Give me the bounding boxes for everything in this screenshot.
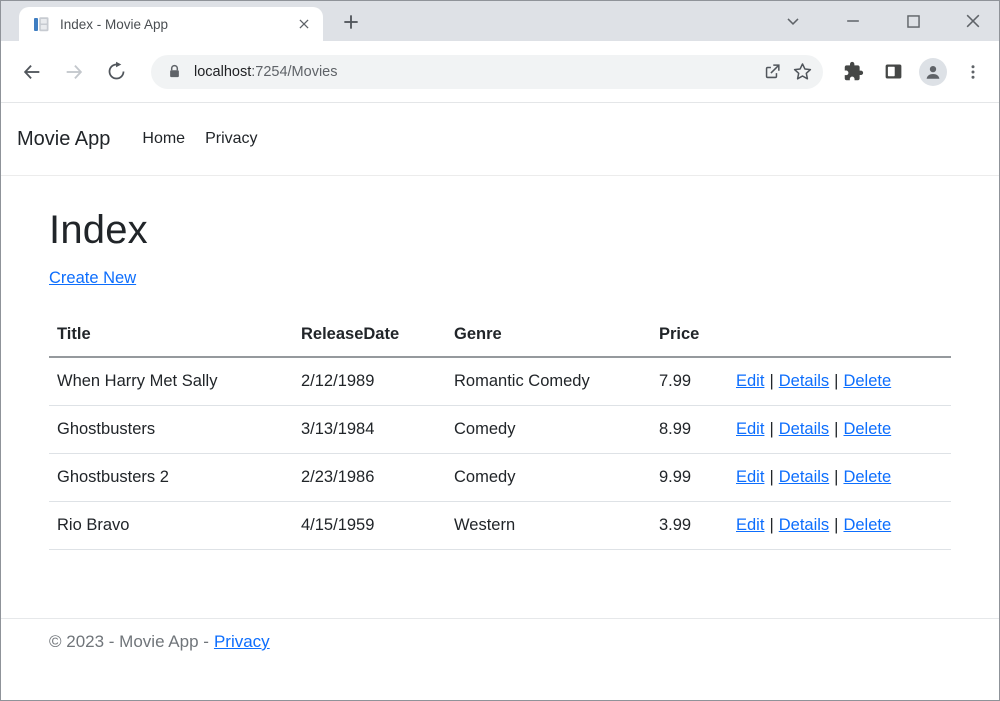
extensions-puzzle-icon[interactable] [837, 56, 869, 88]
back-icon[interactable] [15, 55, 49, 89]
create-new-link[interactable]: Create New [49, 269, 136, 287]
details-link[interactable]: Details [779, 468, 829, 486]
header-release-date: ReleaseDate [293, 313, 446, 357]
new-tab-icon[interactable] [337, 8, 365, 36]
tab-bar: Index - Movie App [1, 1, 999, 41]
browser-window: Index - Movie App [0, 0, 1000, 701]
link-separator: | [769, 468, 773, 486]
cell-genre: Comedy [446, 454, 651, 502]
cell-actions: Edit | Details | Delete [728, 406, 951, 454]
header-genre: Genre [446, 313, 651, 357]
cell-price: 9.99 [651, 454, 728, 502]
details-link[interactable]: Details [779, 516, 829, 534]
cell-title: Ghostbusters 2 [49, 454, 293, 502]
header-title: Title [49, 313, 293, 357]
side-panel-icon[interactable] [877, 56, 909, 88]
share-icon[interactable] [757, 57, 787, 87]
cell-title: When Harry Met Sally [49, 357, 293, 406]
main-content: Index Create New Title ReleaseDate Genre… [1, 176, 999, 618]
browser-toolbar: localhost:7254/Movies [1, 41, 999, 103]
cell-release-date: 2/23/1986 [293, 454, 446, 502]
copyright-text: © 2023 - Movie App - [49, 632, 209, 651]
cell-genre: Comedy [446, 406, 651, 454]
link-separator: | [769, 516, 773, 534]
header-actions [728, 313, 951, 357]
cell-genre: Western [446, 502, 651, 550]
cell-price: 3.99 [651, 502, 728, 550]
maximize-icon[interactable] [901, 7, 925, 35]
cell-release-date: 4/15/1959 [293, 502, 446, 550]
window-close-icon[interactable] [961, 7, 985, 35]
lock-icon [167, 64, 182, 79]
cell-actions: Edit | Details | Delete [728, 454, 951, 502]
cell-title: Ghostbusters [49, 406, 293, 454]
delete-link[interactable]: Delete [843, 468, 891, 486]
link-separator: | [769, 372, 773, 390]
profile-avatar-icon[interactable] [917, 56, 949, 88]
forward-icon[interactable] [57, 55, 91, 89]
cell-price: 8.99 [651, 406, 728, 454]
cell-release-date: 2/12/1989 [293, 357, 446, 406]
cell-genre: Romantic Comedy [446, 357, 651, 406]
details-link[interactable]: Details [779, 372, 829, 390]
chevron-down-icon[interactable] [781, 7, 805, 35]
table-header-row: Title ReleaseDate Genre Price [49, 313, 951, 357]
minimize-icon[interactable] [841, 7, 865, 35]
page-title: Index [49, 206, 951, 254]
favicon [33, 16, 50, 33]
url-text: localhost:7254/Movies [194, 64, 757, 80]
header-price: Price [651, 313, 728, 357]
link-separator: | [834, 420, 838, 438]
footer-privacy-link[interactable]: Privacy [214, 632, 270, 651]
reload-icon[interactable] [99, 55, 133, 89]
brand-link[interactable]: Movie App [17, 128, 110, 151]
bookmark-star-icon[interactable] [787, 57, 817, 87]
nav-link-privacy[interactable]: Privacy [197, 122, 265, 156]
link-separator: | [769, 420, 773, 438]
browser-tab[interactable]: Index - Movie App [19, 7, 323, 41]
link-separator: | [834, 372, 838, 390]
cell-actions: Edit | Details | Delete [728, 357, 951, 406]
kebab-menu-icon[interactable] [957, 56, 989, 88]
delete-link[interactable]: Delete [843, 372, 891, 390]
tab-close-icon[interactable] [293, 13, 315, 35]
toolbar-right-group [837, 56, 989, 88]
nav-link-home[interactable]: Home [134, 122, 193, 156]
tab-title: Index - Movie App [60, 17, 293, 32]
site-footer: © 2023 - Movie App - Privacy [1, 618, 999, 700]
address-bar[interactable]: localhost:7254/Movies [151, 55, 823, 89]
cell-actions: Edit | Details | Delete [728, 502, 951, 550]
url-path: :7254/Movies [251, 64, 337, 80]
table-header: Title ReleaseDate Genre Price [49, 313, 951, 357]
table-row: Rio Bravo 4/15/1959 Western 3.99 Edit | De… [49, 502, 951, 550]
link-separator: | [834, 468, 838, 486]
cell-title: Rio Bravo [49, 502, 293, 550]
delete-link[interactable]: Delete [843, 420, 891, 438]
delete-link[interactable]: Delete [843, 516, 891, 534]
edit-link[interactable]: Edit [736, 516, 764, 534]
details-link[interactable]: Details [779, 420, 829, 438]
cell-release-date: 3/13/1984 [293, 406, 446, 454]
edit-link[interactable]: Edit [736, 372, 764, 390]
site-navbar: Movie App Home Privacy [1, 103, 999, 176]
table-row: Ghostbusters 2 2/23/1986 Comedy 9.99 Edi… [49, 454, 951, 502]
link-separator: | [834, 516, 838, 534]
avatar [919, 58, 947, 86]
table-row: Ghostbusters 3/13/1984 Comedy 8.99 Edit |… [49, 406, 951, 454]
window-controls [781, 1, 985, 41]
edit-link[interactable]: Edit [736, 420, 764, 438]
page-content: Movie App Home Privacy Index Create New … [1, 103, 999, 700]
url-host: localhost [194, 64, 251, 80]
cell-price: 7.99 [651, 357, 728, 406]
edit-link[interactable]: Edit [736, 468, 764, 486]
movies-table: Title ReleaseDate Genre Price When Harry… [49, 313, 951, 550]
table-row: When Harry Met Sally 2/12/1989 Romantic … [49, 357, 951, 406]
